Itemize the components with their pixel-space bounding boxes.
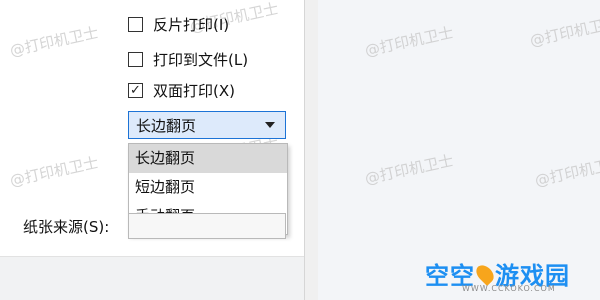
duplex-print-option[interactable]: ✓ 双面打印(X): [128, 80, 235, 100]
reverse-print-option[interactable]: 反片打印(I): [128, 14, 229, 34]
brand-url: WWW.CCKOKO.COM: [462, 284, 556, 293]
paper-source-select[interactable]: [128, 213, 286, 239]
brand-logo-icon: [472, 261, 498, 286]
print-to-file-label: 打印到文件(L): [153, 50, 249, 69]
paper-source-label: 纸张来源(S):: [23, 218, 110, 236]
duplex-print-checkbox[interactable]: ✓: [128, 82, 143, 98]
dropdown-arrow-icon[interactable]: [265, 122, 275, 128]
print-to-file-checkbox[interactable]: [128, 51, 143, 67]
duplex-mode-select[interactable]: 长边翻页: [128, 111, 286, 139]
pane-divider: [304, 0, 319, 300]
dropdown-option-short-edge[interactable]: 短边翻页: [129, 173, 287, 202]
duplex-print-label: 双面打印(X): [153, 81, 235, 100]
checkmark-icon: ✓: [130, 82, 141, 98]
dialog-bottom-band: [0, 256, 304, 300]
print-to-file-option[interactable]: 打印到文件(L): [128, 49, 248, 69]
reverse-print-checkbox[interactable]: [128, 16, 143, 32]
duplex-mode-selected-value: 长边翻页: [136, 116, 197, 135]
reverse-print-label: 反片打印(I): [153, 15, 230, 34]
dropdown-option-long-edge[interactable]: 长边翻页: [129, 144, 287, 173]
